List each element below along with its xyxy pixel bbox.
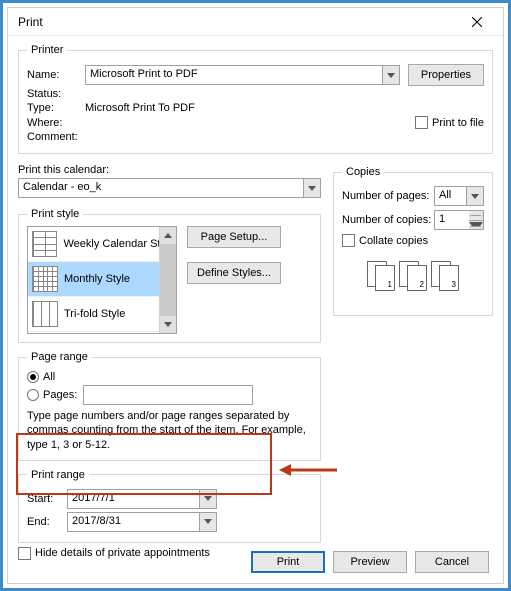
copies-legend: Copies <box>342 166 384 178</box>
page-range-legend: Page range <box>27 351 92 363</box>
cancel-button[interactable]: Cancel <box>415 551 489 573</box>
pages-radio-label: Pages: <box>43 389 83 401</box>
page-range-hint: Type page numbers and/or page ranges sep… <box>27 409 312 452</box>
comment-label: Comment: <box>27 131 97 143</box>
start-label: Start: <box>27 493 67 505</box>
collate-label: Collate copies <box>359 235 428 247</box>
printer-name-combo[interactable]: Microsoft Print to PDF <box>85 65 400 85</box>
print-to-file-label: Print to file <box>432 117 484 129</box>
type-label: Type: <box>27 102 85 114</box>
print-calendar-label: Print this calendar: <box>18 164 321 176</box>
pages-radio[interactable] <box>27 389 39 401</box>
page-setup-button[interactable]: Page Setup... <box>187 226 281 248</box>
scroll-down-icon[interactable] <box>160 316 176 333</box>
name-label: Name: <box>27 69 85 81</box>
copies-spinner[interactable] <box>469 210 484 230</box>
chevron-down-icon <box>466 187 483 205</box>
print-style-legend: Print style <box>27 208 83 220</box>
close-button[interactable] <box>457 10 497 34</box>
scrollbar[interactable] <box>159 227 176 333</box>
collate-checkbox[interactable] <box>342 234 355 247</box>
style-item-label: Weekly Calendar Style <box>63 238 172 250</box>
pages-input[interactable] <box>83 385 253 405</box>
titlebar: Print <box>8 8 503 36</box>
monthly-icon <box>32 266 58 292</box>
num-pages-combo[interactable]: All <box>434 186 484 206</box>
start-date-combo[interactable]: 2017/7/1 <box>67 489 217 509</box>
num-pages-value: All <box>435 187 466 205</box>
print-calendar-value: Calendar - eo_k <box>19 179 303 197</box>
style-item-trifold[interactable]: Tri-fold Style <box>28 297 176 332</box>
style-item-weekly[interactable]: Weekly Calendar Style <box>28 227 176 262</box>
chevron-down-icon <box>199 490 216 508</box>
window-title: Print <box>18 15 457 29</box>
print-range-group: Print range Start: 2017/7/1 End: 2017/8 <box>18 469 321 543</box>
print-dialog: Print Printer Name: Microsoft Print to P… <box>7 7 504 584</box>
copies-group: Copies Number of pages: All Number of co… <box>333 166 493 316</box>
all-radio[interactable] <box>27 371 39 383</box>
print-calendar-combo[interactable]: Calendar - eo_k <box>18 178 321 198</box>
trifold-icon <box>32 301 58 327</box>
close-icon <box>472 17 482 27</box>
chevron-down-icon <box>382 66 399 84</box>
printer-legend: Printer <box>27 44 67 56</box>
type-value: Microsoft Print To PDF <box>85 102 195 114</box>
print-to-file-checkbox[interactable] <box>415 116 428 129</box>
dialog-footer: Print Preview Cancel <box>251 551 489 573</box>
all-radio-label: All <box>43 371 55 383</box>
style-item-label: Monthly Style <box>64 273 130 285</box>
define-styles-button[interactable]: Define Styles... <box>187 262 281 284</box>
end-label: End: <box>27 516 67 528</box>
style-list[interactable]: Weekly Calendar Style Monthly Style Tri-… <box>27 226 177 334</box>
num-copies-input[interactable]: 1 <box>434 210 469 230</box>
preview-button[interactable]: Preview <box>333 551 407 573</box>
print-range-legend: Print range <box>27 469 89 481</box>
print-button[interactable]: Print <box>251 551 325 573</box>
start-date-value: 2017/7/1 <box>68 490 199 508</box>
status-label: Status: <box>27 88 85 100</box>
scroll-up-icon[interactable] <box>160 227 176 244</box>
print-style-group: Print style Weekly Calendar Style Monthl… <box>18 208 321 343</box>
end-date-value: 2017/8/31 <box>68 513 199 531</box>
hide-private-label: Hide details of private appointments <box>35 547 210 559</box>
weekly-icon <box>32 231 57 257</box>
end-date-combo[interactable]: 2017/8/31 <box>67 512 217 532</box>
style-item-label: Tri-fold Style <box>64 308 125 320</box>
printer-group: Printer Name: Microsoft Print to PDF Pro… <box>18 44 493 154</box>
chevron-down-icon <box>303 179 320 197</box>
num-copies-label: Number of copies: <box>342 214 434 226</box>
page-range-group: Page range All Pages: Type page numbers … <box>18 351 321 461</box>
style-item-monthly[interactable]: Monthly Style <box>28 262 176 297</box>
chevron-down-icon <box>199 513 216 531</box>
printer-name-value: Microsoft Print to PDF <box>86 66 382 84</box>
where-label: Where: <box>27 117 85 129</box>
scroll-thumb[interactable] <box>160 244 176 316</box>
properties-button[interactable]: Properties <box>408 64 484 86</box>
num-pages-label: Number of pages: <box>342 190 434 202</box>
hide-private-checkbox[interactable] <box>18 547 31 560</box>
collate-preview-icon: 1 1 2 2 3 3 <box>342 261 484 291</box>
